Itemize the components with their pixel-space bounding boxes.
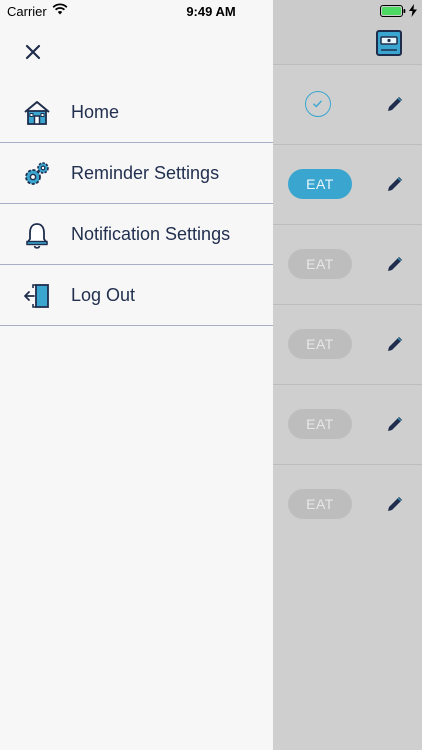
pencil-icon[interactable] bbox=[385, 254, 405, 274]
eat-button[interactable]: EAT bbox=[288, 169, 352, 199]
close-icon[interactable] bbox=[22, 41, 44, 63]
eat-button[interactable]: EAT bbox=[288, 409, 352, 439]
menu-item-label: Home bbox=[71, 102, 120, 122]
status-bar: Carrier 9:49 AM bbox=[0, 0, 422, 22]
menu-item-notification-settings[interactable]: Notification Settings bbox=[0, 204, 273, 265]
side-drawer: Home Reminder Settings Notification Sett… bbox=[0, 0, 273, 750]
menu-item-log-out[interactable]: Log Out bbox=[0, 265, 273, 326]
menu-item-label: Reminder Settings bbox=[71, 163, 220, 183]
drawer-menu: Home Reminder Settings Notification Sett… bbox=[0, 82, 273, 326]
pencil-icon[interactable] bbox=[385, 334, 405, 354]
menu-item-label: Log Out bbox=[71, 285, 136, 305]
check-circle-icon[interactable] bbox=[305, 91, 331, 117]
logout-icon bbox=[22, 281, 52, 311]
eat-button[interactable]: EAT bbox=[288, 329, 352, 359]
menu-item-label: Notification Settings bbox=[71, 224, 231, 244]
pencil-icon[interactable] bbox=[385, 94, 405, 114]
charging-bolt-icon bbox=[409, 4, 417, 20]
wifi-icon bbox=[52, 3, 68, 18]
menu-item-reminder-settings[interactable]: Reminder Settings bbox=[0, 143, 273, 204]
carrier-label: Carrier bbox=[7, 4, 47, 19]
pencil-icon[interactable] bbox=[385, 414, 405, 434]
eat-button[interactable]: EAT bbox=[288, 249, 352, 279]
pencil-icon[interactable] bbox=[385, 494, 405, 514]
scale-icon[interactable] bbox=[376, 30, 402, 56]
house-icon bbox=[22, 98, 52, 128]
battery-icon bbox=[380, 5, 406, 20]
pencil-icon[interactable] bbox=[385, 174, 405, 194]
gears-icon bbox=[22, 159, 52, 189]
eat-button[interactable]: EAT bbox=[288, 489, 352, 519]
bell-icon bbox=[22, 220, 52, 250]
menu-item-home[interactable]: Home bbox=[0, 82, 273, 143]
